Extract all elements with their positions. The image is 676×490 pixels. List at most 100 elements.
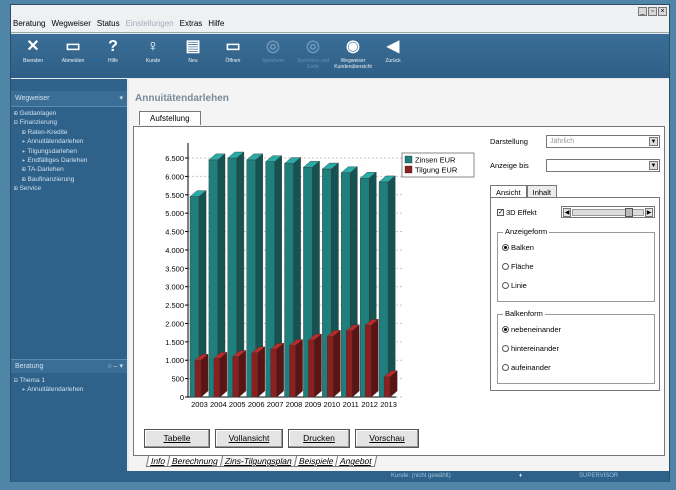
toolbar-button-zurück[interactable]: ◀ Zurück xyxy=(373,34,413,78)
bottom-tab-zins-tilgungsplan[interactable]: Zins-Tilgungsplan xyxy=(219,456,297,467)
panel-menu-icon[interactable]: ▾ xyxy=(119,94,123,102)
tree-expander-icon[interactable]: ⊞ xyxy=(22,176,26,183)
anzeigeform-group: Anzeigeform Balken Fläche Linie xyxy=(497,227,655,302)
chevron-right-icon[interactable]: ▶ xyxy=(645,208,653,217)
bar-tilgung xyxy=(383,376,391,398)
darstellung-select[interactable]: Jährlich ▼ xyxy=(546,135,660,148)
left-panel: Wegweiser ▾ ⊞ Geldanlagen ⊟ Finanzierung ⊞… xyxy=(11,79,127,471)
chevron-down-icon[interactable]: ▼ xyxy=(649,137,658,146)
status-dropdown-icon[interactable]: ♦ xyxy=(519,473,522,479)
x-tick-label: 2004 xyxy=(210,400,227,409)
wegweiser-header[interactable]: Wegweiser ▾ xyxy=(11,91,127,107)
radio-icon xyxy=(502,244,509,251)
menu-item-status[interactable]: Status xyxy=(97,19,120,28)
bar-tilgung-side xyxy=(333,329,341,398)
tree-item[interactable]: ⊞ Baufinanzierung xyxy=(14,175,124,184)
tree-item[interactable]: ⊞ Service xyxy=(14,184,124,193)
tree-item[interactable]: ▸ Endfälliges Darlehen xyxy=(14,156,124,165)
toolbar: ✕ Beenden ▭ Abmelden? Hilfe ♀ Kunde ▤ Neu ▭ Öffnen… xyxy=(11,34,669,78)
close-window-icon[interactable]: × xyxy=(658,7,667,16)
x-tick-label: 2011 xyxy=(343,400,359,409)
toolbar-button-label: Beenden xyxy=(22,58,44,64)
tree-item[interactable]: ▸ Annuitätendarlehen xyxy=(14,385,124,394)
tree-expander-icon[interactable]: ⊟ xyxy=(14,377,18,384)
x-tick-label: 2003 xyxy=(191,400,208,409)
tabelle-button[interactable]: Tabelle xyxy=(144,429,210,448)
balkenform-radio-aufeinander[interactable]: aufeinander xyxy=(502,363,551,372)
toolbar-button-wegweiser-kundenübersicht[interactable]: ◉ Wegweiser Kundenübersicht xyxy=(333,34,373,78)
drucken-button[interactable]: Drucken xyxy=(288,429,350,448)
toolbar-button-kunde[interactable]: ♀ Kunde xyxy=(133,34,173,78)
tree-item[interactable]: ⊟ Finanzierung xyxy=(14,118,124,127)
radio-icon xyxy=(502,326,509,333)
toolbar-button-hilfe[interactable]: ? Hilfe xyxy=(93,34,133,78)
toolbar-button-label: Zurück xyxy=(385,58,401,64)
tree-expander-icon[interactable]: ⊟ xyxy=(14,119,18,126)
balkenform-radio-hintereinander[interactable]: hintereinander xyxy=(502,344,559,353)
tree-expander-icon[interactable]: ⊞ xyxy=(14,110,18,117)
toolbar-button-beenden[interactable]: ✕ Beenden xyxy=(13,34,53,78)
beratung-header[interactable]: Beratung ○ – ▾ xyxy=(11,359,127,373)
slider-track[interactable] xyxy=(572,209,644,216)
anzeigeform-radio-linie[interactable]: Linie xyxy=(502,281,527,290)
anzeige-bis-select[interactable]: ▼ xyxy=(546,159,660,172)
tree-expander-icon[interactable]: ▸ xyxy=(22,386,26,393)
tree-item[interactable]: ▸ Annuitätendarlehen xyxy=(14,137,124,146)
toolbar-button-neu[interactable]: ▤ Neu xyxy=(173,34,213,78)
toolbar-button-label: Speichern xyxy=(261,58,285,64)
main-content: Annuitätendarlehen Aufstellung 0 500 1.000… xyxy=(129,79,669,471)
chevron-down-icon[interactable]: ▼ xyxy=(649,161,658,170)
tree-item-label: TA-Darlehen xyxy=(27,166,64,174)
anzeigeform-radio-fläche[interactable]: Fläche xyxy=(502,262,534,271)
tree-item[interactable]: ⊞ Geldanlagen xyxy=(14,109,124,118)
3d-effekt-checkbox[interactable]: ✓ 3D Effekt xyxy=(497,208,537,217)
minimize-icon[interactable]: _ xyxy=(638,7,647,16)
restore-icon[interactable]: ▫ xyxy=(648,7,657,16)
vollansicht-button[interactable]: Vollansicht xyxy=(215,429,283,448)
tree-expander-icon[interactable]: ▸ xyxy=(22,138,26,145)
menu-item-beratung[interactable]: Beratung xyxy=(13,19,45,28)
toolbar-button-abmelden[interactable]: ▭ Abmelden xyxy=(53,34,93,78)
bottom-tab-beispiele[interactable]: Beispiele xyxy=(293,456,339,467)
anzeigeform-title: Anzeigeform xyxy=(503,227,550,236)
y-tick-label: 5.000 xyxy=(165,209,184,218)
tree-expander-icon[interactable]: ⊞ xyxy=(22,129,26,136)
anzeigeform-radio-balken[interactable]: Balken xyxy=(502,243,534,252)
tree-item[interactable]: ▸ Tilgungsdarlehen xyxy=(14,147,124,156)
status-bar: Kunde: (nicht gewählt) ♦ SUPERVISOR xyxy=(11,471,669,482)
bottom-tab-berechnung[interactable]: Berechnung xyxy=(167,456,224,467)
y-tick-label: 2.000 xyxy=(165,319,184,328)
close-icon: ✕ xyxy=(26,38,40,55)
beratung-controls[interactable]: ○ – ▾ xyxy=(107,362,123,370)
3d-depth-slider[interactable]: ◀ ▶ xyxy=(561,206,655,218)
menu-item-extras[interactable]: Extras xyxy=(180,19,203,28)
tree-expander-icon[interactable]: ▸ xyxy=(22,157,26,164)
vorschau-button[interactable]: Vorschau xyxy=(355,429,419,448)
tree-expander-icon[interactable]: ⊞ xyxy=(22,166,26,173)
tab-aufstellung[interactable]: Aufstellung xyxy=(139,111,201,125)
tree-item[interactable]: ⊞ TA-Darlehen xyxy=(14,165,124,174)
tree-item[interactable]: ⊞ Raten-Kredite xyxy=(14,128,124,137)
x-tick-label: 2013 xyxy=(380,400,397,409)
customer-icon: ♀ xyxy=(147,38,159,55)
balkenform-radio-nebeneinander[interactable]: nebeneinander xyxy=(502,325,561,334)
legend-swatch xyxy=(404,165,413,174)
tree-item[interactable]: ⊟ Thema 1 xyxy=(14,376,124,385)
eye-icon: ◉ xyxy=(346,38,360,55)
slider-thumb[interactable] xyxy=(624,208,633,217)
toolbar-button-speichern[interactable]: ◎ Speichern xyxy=(253,34,293,78)
radio-label: Fläche xyxy=(511,262,534,271)
menu-item-einstellungen[interactable]: Einstellungen xyxy=(126,19,174,28)
bottom-tab-angebot[interactable]: Angebot xyxy=(335,456,378,467)
toolbar-button-speichern-und-ende[interactable]: ◎ Speichern und Ende xyxy=(293,34,333,78)
toolbar-button-label: Neu xyxy=(188,58,198,64)
checkbox-icon: ✓ xyxy=(497,209,504,216)
bar-tilgung-side xyxy=(295,339,303,398)
tree-expander-icon[interactable]: ⊞ xyxy=(14,185,18,192)
chevron-left-icon[interactable]: ◀ xyxy=(563,208,571,217)
menu-item-hilfe[interactable]: Hilfe xyxy=(208,19,224,28)
tree-expander-icon[interactable]: ▸ xyxy=(22,148,26,155)
toolbar-button-öffnen[interactable]: ▭ Öffnen xyxy=(213,34,253,78)
menu-item-wegweiser[interactable]: Wegweiser xyxy=(51,19,90,28)
bar-tilgung xyxy=(213,358,221,398)
